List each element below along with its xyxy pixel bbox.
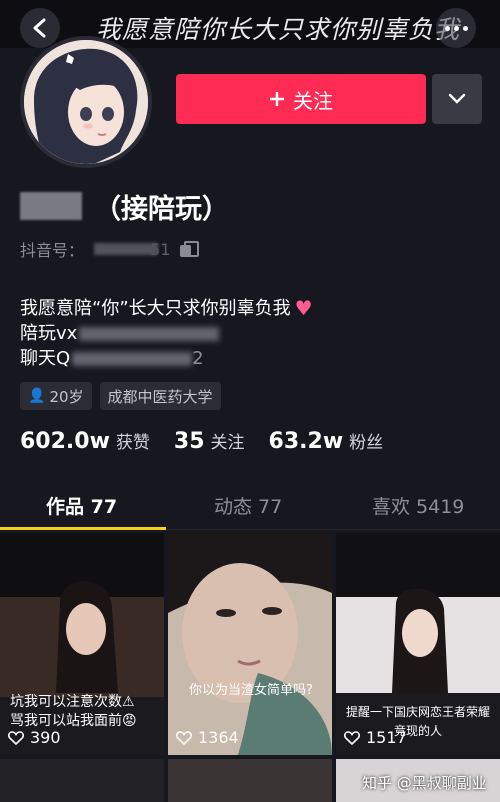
tab-works[interactable]: 作品 77 xyxy=(46,492,117,519)
plus-icon xyxy=(270,92,284,106)
watermark: 知乎 @黑叔聊副业 xyxy=(362,774,487,792)
video-thumbnail[interactable]: 提醒一下国庆网恋王者荣耀 竞现的人 1517 xyxy=(336,533,500,755)
back-arrow-icon xyxy=(33,18,46,38)
bio-line-3-redacted xyxy=(72,351,193,366)
profile-name: （接陪玩） xyxy=(20,186,229,226)
stat-following-number: 35 xyxy=(173,429,205,454)
video-caption: 坑我可以注意次数⚠ 骂我可以站我面前😡 xyxy=(10,694,137,729)
video-likes: 1517 xyxy=(344,728,407,747)
chevron-down-icon xyxy=(448,93,466,104)
profile-tags: 👤 20岁 成都中医药大学 xyxy=(20,382,221,410)
stat-likes-number: 602.0w xyxy=(20,429,110,454)
female-icon: 👤 xyxy=(28,388,46,404)
video-thumbnail-image xyxy=(168,533,332,755)
bio-line-2-redacted xyxy=(79,326,220,341)
video-thumbnail[interactable] xyxy=(168,759,332,802)
stat-followers[interactable]: 63.2w 粉丝 xyxy=(269,428,384,454)
school-label: 成都中医药大学 xyxy=(107,387,213,406)
like-heart-icon xyxy=(344,730,360,745)
more-button[interactable] xyxy=(436,8,476,48)
avatar-illustration xyxy=(24,40,148,164)
bio-line-2: 陪玩vx xyxy=(20,323,78,344)
age-tag: 👤 20岁 xyxy=(20,382,92,410)
bio-line-1: 我愿意陪“你”长大只求你别辜负我 xyxy=(20,298,291,319)
video-caption: 你以为当渣女简单吗? xyxy=(189,683,313,698)
video-likes: 390 xyxy=(8,728,61,747)
stat-following-label: 关注 xyxy=(210,433,245,453)
banner-text: 我愿意陪你长大只求你别辜负我 xyxy=(96,15,461,44)
stat-likes[interactable]: 602.0w 获赞 xyxy=(20,428,150,454)
stat-followers-label: 粉丝 xyxy=(349,433,384,453)
copy-icon[interactable] xyxy=(180,241,200,257)
active-tab-indicator xyxy=(0,527,166,530)
recommend-dropdown-button[interactable] xyxy=(432,74,482,124)
bio-line-3: 聊天Q xyxy=(20,348,71,369)
follow-label: 关注 xyxy=(293,88,333,113)
back-button[interactable] xyxy=(20,8,60,48)
video-likes: 1364 xyxy=(176,728,239,747)
tab-likes[interactable]: 喜欢 5419 xyxy=(372,492,464,519)
content-tabs: 作品 77 动态 77 喜欢 5419 xyxy=(0,480,500,530)
video-thumbnail[interactable] xyxy=(0,759,164,802)
id-redacted xyxy=(94,243,159,255)
douyin-id-row: 抖音号： 51 xyxy=(20,238,200,260)
stat-followers-number: 63.2w xyxy=(268,429,344,454)
stat-likes-label: 获赞 xyxy=(115,433,150,453)
name-redacted xyxy=(20,192,82,220)
more-dots-icon xyxy=(444,25,450,31)
like-heart-icon xyxy=(176,730,192,745)
stats-row: 602.0w 获赞 35 关注 63.2w 粉丝 xyxy=(20,428,407,454)
tab-dynamics[interactable]: 动态 77 xyxy=(214,492,282,519)
avatar[interactable] xyxy=(20,36,152,168)
video-thumbnail[interactable]: 你以为当渣女简单吗? 1364 xyxy=(168,533,332,755)
bio-line-3-tail: 2 xyxy=(192,348,204,369)
like-heart-icon xyxy=(8,730,24,745)
video-thumbnail[interactable]: 坑我可以注意次数⚠ 骂我可以站我面前😡 390 xyxy=(0,533,164,755)
heart-icon: ♥ xyxy=(294,296,313,320)
follow-button[interactable]: 关注 xyxy=(176,74,426,124)
age-label: 20岁 xyxy=(49,387,84,406)
bio: 我愿意陪“你”长大只求你别辜负我 ♥ 陪玩vx 聊天Q 2 xyxy=(20,296,313,371)
id-label: 抖音号： xyxy=(20,241,85,260)
stat-following[interactable]: 35 关注 xyxy=(174,428,245,454)
school-tag[interactable]: 成都中医药大学 xyxy=(99,382,221,410)
name-suffix: （接陪玩） xyxy=(94,193,229,225)
